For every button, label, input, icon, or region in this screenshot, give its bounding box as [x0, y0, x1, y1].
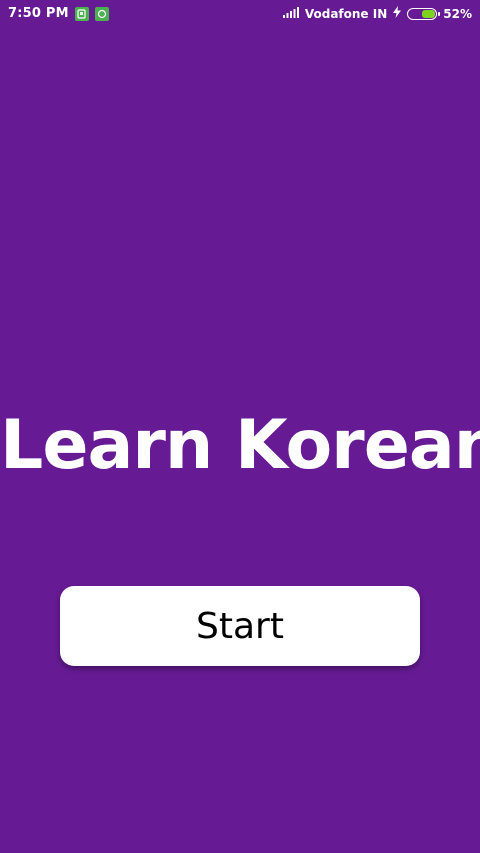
battery-icon [407, 8, 441, 20]
battery-fill [422, 10, 436, 18]
status-time: 7:50 PM [8, 6, 69, 21]
status-bar: 7:50 PM Vodafone IN 52% [0, 0, 480, 28]
carrier-name: Vodafone IN [304, 7, 388, 21]
app-notification-icon [94, 6, 109, 21]
sim-notification-icon [74, 6, 89, 21]
charging-icon [393, 6, 402, 22]
start-button[interactable]: Start [60, 586, 420, 666]
signal-icon [282, 6, 299, 22]
battery-percent: 52% [443, 7, 472, 21]
app-title: Learn Korean [0, 406, 480, 485]
status-left: 7:50 PM [8, 6, 109, 21]
start-button-label: Start [196, 605, 284, 647]
status-right: Vodafone IN 52% [282, 6, 472, 22]
